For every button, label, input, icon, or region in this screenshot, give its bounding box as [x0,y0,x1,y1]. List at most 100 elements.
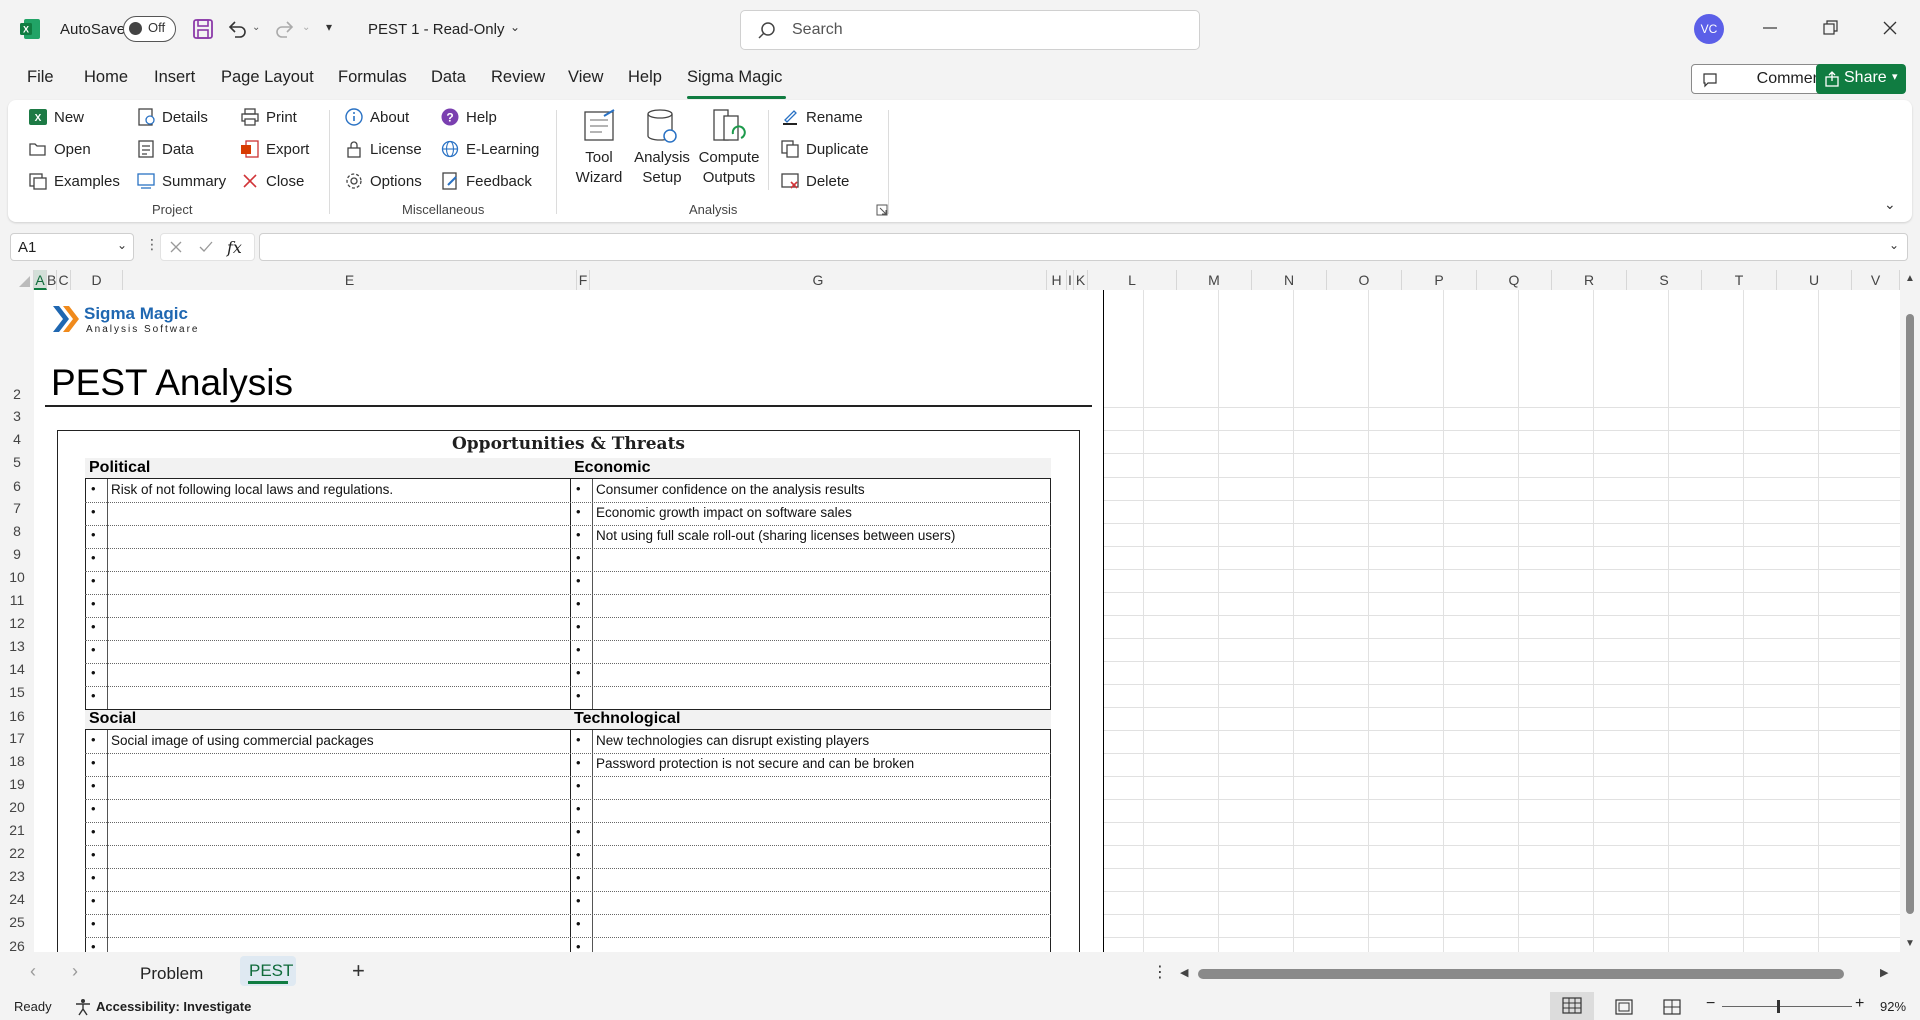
row-header-6[interactable]: 6 [0,478,34,494]
row-header-17[interactable]: 17 [0,730,34,746]
row-header-25[interactable]: 25 [0,914,34,930]
row-header-4[interactable]: 4 [0,431,34,447]
row-header-3[interactable]: 3 [0,408,34,424]
column-header-b[interactable]: B [47,270,57,290]
tab-insert[interactable]: Insert [154,68,195,87]
horizontal-scroll-thumb[interactable] [1198,969,1844,979]
row-header-18[interactable]: 18 [0,753,34,769]
document-title[interactable]: PEST 1 - Read-Only [368,21,504,38]
examples-button[interactable]: Examples [28,171,120,191]
column-header-t[interactable]: T [1702,270,1777,290]
tab-view[interactable]: View [568,68,603,87]
social-item[interactable]: Social image of using commercial package… [111,733,374,748]
autosave-toggle[interactable]: Off [123,16,176,42]
scroll-right-icon[interactable]: ▶ [1880,966,1888,979]
economic-item[interactable]: Economic growth impact on software sales [596,505,852,520]
elearning-button[interactable]: E-Learning [440,139,539,159]
column-header-n[interactable]: N [1252,270,1327,290]
row-header-5[interactable]: 5 [0,454,34,470]
sheet-tab-problem[interactable]: Problem [140,964,203,984]
feedback-button[interactable]: Feedback [440,171,532,191]
tab-review[interactable]: Review [491,68,545,87]
details-button[interactable]: Details [136,107,208,127]
collapse-ribbon-icon[interactable]: ⌄ [1884,196,1896,213]
summary-button[interactable]: Summary [136,171,226,191]
compute-outputs-button[interactable]: Compute Outputs [696,108,762,190]
redo-icon[interactable] [274,18,296,40]
row-header-23[interactable]: 23 [0,868,34,884]
tab-help[interactable]: Help [628,68,662,87]
column-header-p[interactable]: P [1402,270,1477,290]
row-header-15[interactable]: 15 [0,684,34,700]
accessibility-icon[interactable] [74,998,92,1016]
open-button[interactable]: Open [28,139,91,159]
undo-icon[interactable] [226,18,248,40]
column-header-v[interactable]: V [1852,270,1900,290]
scroll-down-icon[interactable]: ▼ [1905,938,1915,949]
scroll-left-icon[interactable]: ◀ [1180,966,1188,979]
expand-formula-icon[interactable]: ⌄ [1889,238,1899,252]
sheet-options-icon[interactable]: ⋮ [1152,962,1168,982]
sheet-tab-pest[interactable]: PEST [240,956,296,986]
zoom-out-icon[interactable]: − [1706,995,1715,1013]
search-box[interactable]: Search [740,10,1200,50]
license-button[interactable]: License [344,139,422,159]
row-header-16[interactable]: 16 [0,708,34,724]
row-header-13[interactable]: 13 [0,638,34,654]
about-button[interactable]: About [344,107,409,127]
select-all-corner[interactable] [0,270,34,290]
tab-data[interactable]: Data [431,68,466,87]
analysis-setup-button[interactable]: Analysis Setup [632,108,692,190]
row-header-21[interactable]: 21 [0,822,34,838]
zoom-level[interactable]: 92% [1880,999,1906,1014]
insert-function-icon[interactable]: fx [227,238,242,257]
next-sheet-icon[interactable]: › [72,961,78,982]
tool-wizard-button[interactable]: Tool Wizard [572,108,626,190]
confirm-entry-icon[interactable] [199,240,213,254]
technological-item[interactable]: New technologies can disrupt existing pl… [596,733,869,748]
row-header-11[interactable]: 11 [0,592,34,608]
prev-sheet-icon[interactable]: ‹ [30,961,36,982]
column-header-e[interactable]: E [123,270,577,290]
page-break-view-icon[interactable] [1662,998,1682,1016]
save-icon[interactable] [192,18,214,40]
vertical-scroll-thumb[interactable] [1906,314,1914,914]
export-button[interactable]: Export [240,139,309,159]
title-chevron-down-icon[interactable]: ⌄ [510,20,520,34]
add-sheet-icon[interactable]: + [352,958,365,984]
share-chevron-icon[interactable]: ▾ [1892,70,1898,83]
column-header-l[interactable]: L [1088,270,1177,290]
dialog-launcher-icon[interactable] [876,204,888,216]
tab-file[interactable]: File [27,68,54,87]
row-header-8[interactable]: 8 [0,523,34,539]
economic-item[interactable]: Consumer confidence on the analysis resu… [596,482,865,497]
help-button[interactable]: ? Help [440,107,497,127]
column-header-u[interactable]: U [1777,270,1852,290]
new-button[interactable]: X New [28,107,84,127]
economic-item[interactable]: Not using full scale roll-out (sharing l… [596,528,955,543]
column-header-h[interactable]: H [1047,270,1067,290]
tab-formulas[interactable]: Formulas [338,68,407,87]
minimize-icon[interactable] [1760,18,1780,38]
column-header-r[interactable]: R [1552,270,1627,290]
scroll-up-icon[interactable]: ▲ [1905,273,1915,284]
normal-view-button[interactable] [1550,992,1594,1020]
tab-home[interactable]: Home [84,68,128,87]
row-header-19[interactable]: 19 [0,776,34,792]
row-header-20[interactable]: 20 [0,799,34,815]
name-box[interactable]: A1 ⌄ [10,233,134,261]
column-header-s[interactable]: S [1627,270,1702,290]
zoom-slider-thumb[interactable] [1777,1000,1780,1013]
column-header-m[interactable]: M [1177,270,1252,290]
duplicate-button[interactable]: Duplicate [780,139,869,159]
more-options-icon[interactable]: ⋮ [145,236,159,253]
column-header-k[interactable]: K [1074,270,1088,290]
accessibility-status[interactable]: Accessibility: Investigate [96,999,251,1014]
redo-dropdown-icon[interactable]: ⌄ [302,22,310,33]
row-header-24[interactable]: 24 [0,891,34,907]
vertical-scrollbar[interactable]: ▲ ▼ [1900,270,1920,952]
column-header-c[interactable]: C [57,270,71,290]
close-window-icon[interactable] [1880,18,1900,38]
row-header-12[interactable]: 12 [0,615,34,631]
column-header-d[interactable]: D [71,270,123,290]
